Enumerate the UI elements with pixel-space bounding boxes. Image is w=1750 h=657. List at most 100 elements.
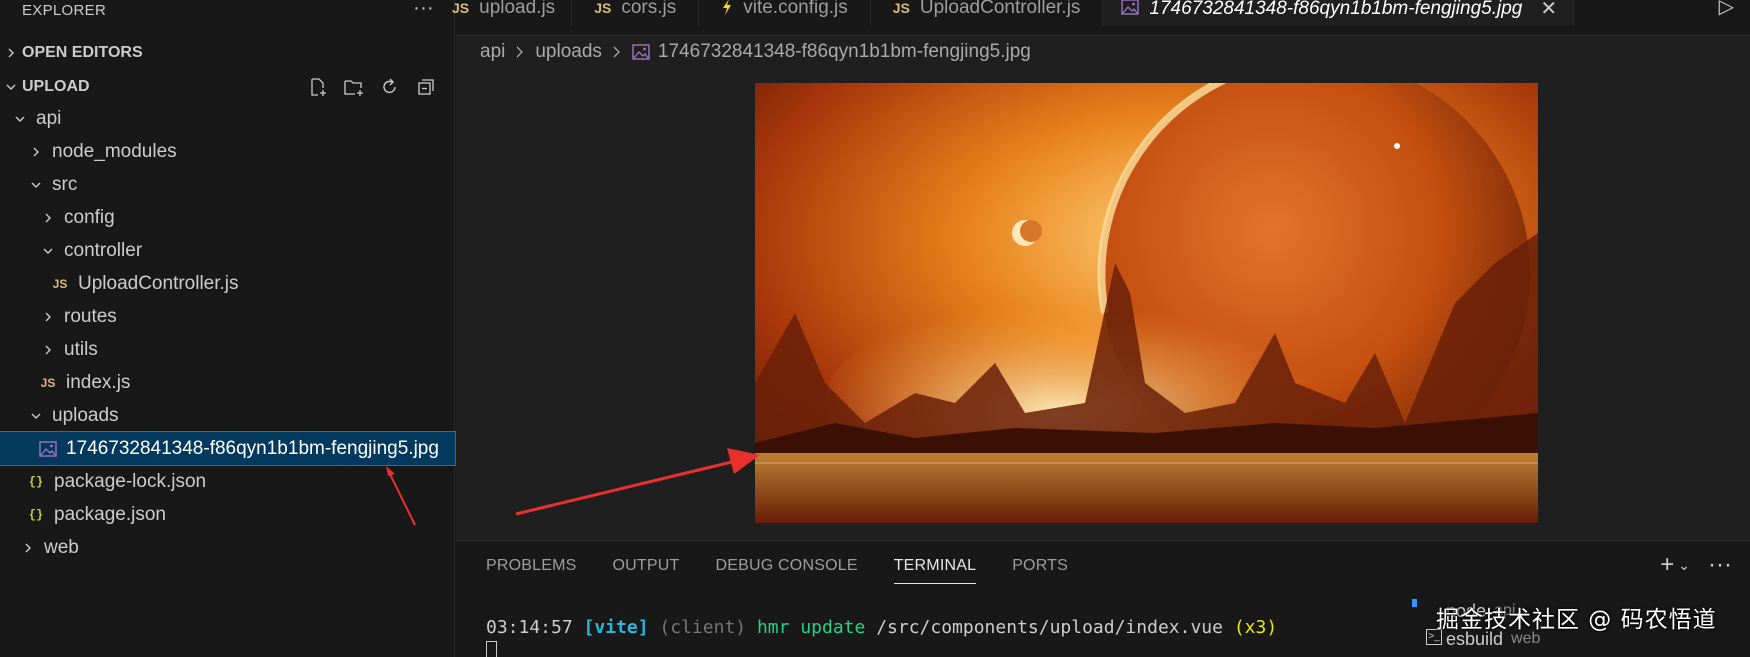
panel-actions: + ⌄ ··· (1660, 551, 1732, 579)
explorer-title: EXPLORER (22, 2, 107, 19)
json-file-icon: {} (28, 474, 44, 489)
tab-label: upload.js (479, 0, 556, 18)
tree-file-package-json[interactable]: {} package.json (0, 498, 455, 531)
image-file-icon (632, 44, 650, 60)
tree-label: api (36, 107, 62, 129)
chevron-right-icon (612, 45, 622, 59)
upload-folder-section[interactable]: UPLOAD (0, 70, 455, 103)
terminal-output-line: 03:14:57 [vite] (client) hmr update /src… (486, 617, 1277, 638)
tree-folder-routes[interactable]: routes (0, 300, 455, 333)
open-editors-section[interactable]: OPEN EDITORS (0, 36, 455, 69)
tree-label: uploads (52, 404, 119, 426)
tree-folder-config[interactable]: config (0, 201, 455, 234)
chevron-down-icon (0, 81, 22, 93)
watermark: 掘金技术社区 @ 码农悟道 (1436, 607, 1717, 633)
tab-ports[interactable]: PORTS (1012, 557, 1068, 584)
tree-label: 1746732841348-f86qyn1b1bm-fengjing5.jpg (66, 437, 439, 459)
tree-file-fengjing5-jpg[interactable]: 1746732841348-f86qyn1b1bm-fengjing5.jpg (0, 431, 456, 466)
collapse-all-icon[interactable] (415, 76, 437, 98)
tree-folder-web[interactable]: web (0, 531, 455, 564)
tree-folder-api[interactable]: api (0, 102, 455, 135)
explorer-sidebar: EXPLORER ··· OPEN EDITORS UPLOAD api nod… (0, 0, 456, 657)
image-preview (755, 83, 1538, 523)
js-file-icon: JS (892, 0, 910, 16)
image-file-icon (38, 440, 58, 457)
run-icon[interactable]: ▷ (1719, 0, 1734, 19)
breadcrumb-item[interactable]: uploads (535, 41, 602, 63)
tab-upload-js[interactable]: JS upload.js (452, 0, 573, 26)
chevron-right-icon (28, 144, 44, 160)
chevron-down-icon (40, 243, 56, 259)
terminal-cursor (486, 641, 497, 657)
breadcrumb-item[interactable]: 1746732841348-f86qyn1b1bm-fengjing5.jpg (658, 41, 1031, 63)
tree-folder-uploads[interactable]: uploads (0, 399, 455, 432)
new-folder-icon[interactable] (343, 76, 365, 98)
tree-folder-src[interactable]: src (0, 168, 455, 201)
tree-label: config (64, 206, 115, 228)
tab-label: vite.config.js (743, 0, 848, 18)
image-preview-editor (456, 68, 1750, 540)
bottom-panel: PROBLEMS OUTPUT DEBUG CONSOLE TERMINAL P… (456, 540, 1750, 657)
tab-cors-js[interactable]: JS cors.js (572, 0, 700, 26)
folder-actions (307, 76, 437, 98)
file-tree: api node_modules src config controller J… (0, 102, 456, 564)
tree-file-upload-controller[interactable]: JS UploadController.js (0, 267, 455, 300)
tree-label: routes (64, 305, 117, 327)
tab-fengjing5-jpg[interactable]: 1746732841348-f86qyn1b1bm-fengjing5.jpg … (1103, 0, 1575, 26)
tree-folder-node-modules[interactable]: node_modules (0, 135, 455, 168)
tree-label: package.json (54, 503, 166, 525)
tree-label: UploadController.js (78, 272, 239, 294)
add-terminal-icon[interactable]: + (1660, 551, 1674, 579)
open-editors-label: OPEN EDITORS (22, 43, 143, 61)
tree-folder-controller[interactable]: controller (0, 234, 455, 267)
lightning-icon (721, 0, 733, 19)
tree-label: src (52, 173, 78, 195)
panel-tabs: PROBLEMS OUTPUT DEBUG CONSOLE TERMINAL P… (486, 557, 1068, 584)
tree-file-index-js[interactable]: JS index.js (0, 366, 455, 399)
terminal-path: /src/components/upload/index.vue (876, 617, 1223, 638)
explorer-header: EXPLORER ··· (0, 0, 454, 36)
tree-label: controller (64, 239, 143, 261)
editor-tab-bar: JS upload.js JS cors.js vite.config.js J… (452, 0, 1750, 36)
tree-label: utils (64, 338, 98, 360)
image-file-icon (1121, 0, 1140, 18)
tree-file-package-lock-json[interactable]: {} package-lock.json (0, 465, 455, 498)
chevron-right-icon (40, 309, 56, 325)
chevron-down-icon[interactable]: ⌄ (1678, 557, 1690, 574)
active-marker (1412, 599, 1417, 607)
terminal-client: (client) (659, 617, 747, 638)
tab-label: UploadController.js (919, 0, 1081, 18)
breadcrumb-item[interactable]: api (480, 41, 505, 63)
chevron-right-icon (40, 342, 56, 358)
tab-debug-console[interactable]: DEBUG CONSOLE (716, 557, 858, 584)
tab-output[interactable]: OUTPUT (613, 557, 680, 584)
ellipsis-icon[interactable]: ··· (1708, 551, 1732, 579)
ellipsis-icon[interactable]: ··· (413, 0, 434, 18)
tab-upload-controller-js[interactable]: JS UploadController.js (871, 0, 1104, 26)
terminal-count: (x3) (1233, 617, 1278, 638)
tree-label: package-lock.json (54, 470, 207, 492)
chevron-right-icon (20, 540, 36, 556)
terminal-action: hmr update (756, 617, 866, 638)
js-file-icon: JS (52, 276, 68, 291)
terminal-tag: [vite] (583, 617, 649, 638)
refresh-icon[interactable] (379, 76, 401, 98)
tree-label: web (44, 536, 79, 558)
tab-problems[interactable]: PROBLEMS (486, 557, 577, 584)
breadcrumb: api uploads 1746732841348-f86qyn1b1bm-fe… (456, 36, 1750, 68)
chevron-down-icon (28, 177, 44, 193)
js-file-icon: JS (40, 375, 56, 390)
js-file-icon: JS (594, 0, 612, 16)
tree-label: index.js (66, 371, 131, 393)
tab-label: cors.js (621, 0, 677, 18)
chevron-right-icon (515, 45, 525, 59)
chevron-right-icon (0, 47, 22, 59)
tab-terminal[interactable]: TERMINAL (893, 557, 977, 584)
chevron-down-icon (12, 111, 28, 127)
tree-folder-utils[interactable]: utils (0, 333, 455, 366)
new-file-icon[interactable] (307, 76, 329, 98)
chevron-down-icon (28, 408, 44, 424)
upload-folder-label: UPLOAD (22, 77, 90, 95)
close-icon[interactable]: ✕ (1540, 0, 1557, 21)
tab-vite-config-js[interactable]: vite.config.js (699, 0, 871, 26)
